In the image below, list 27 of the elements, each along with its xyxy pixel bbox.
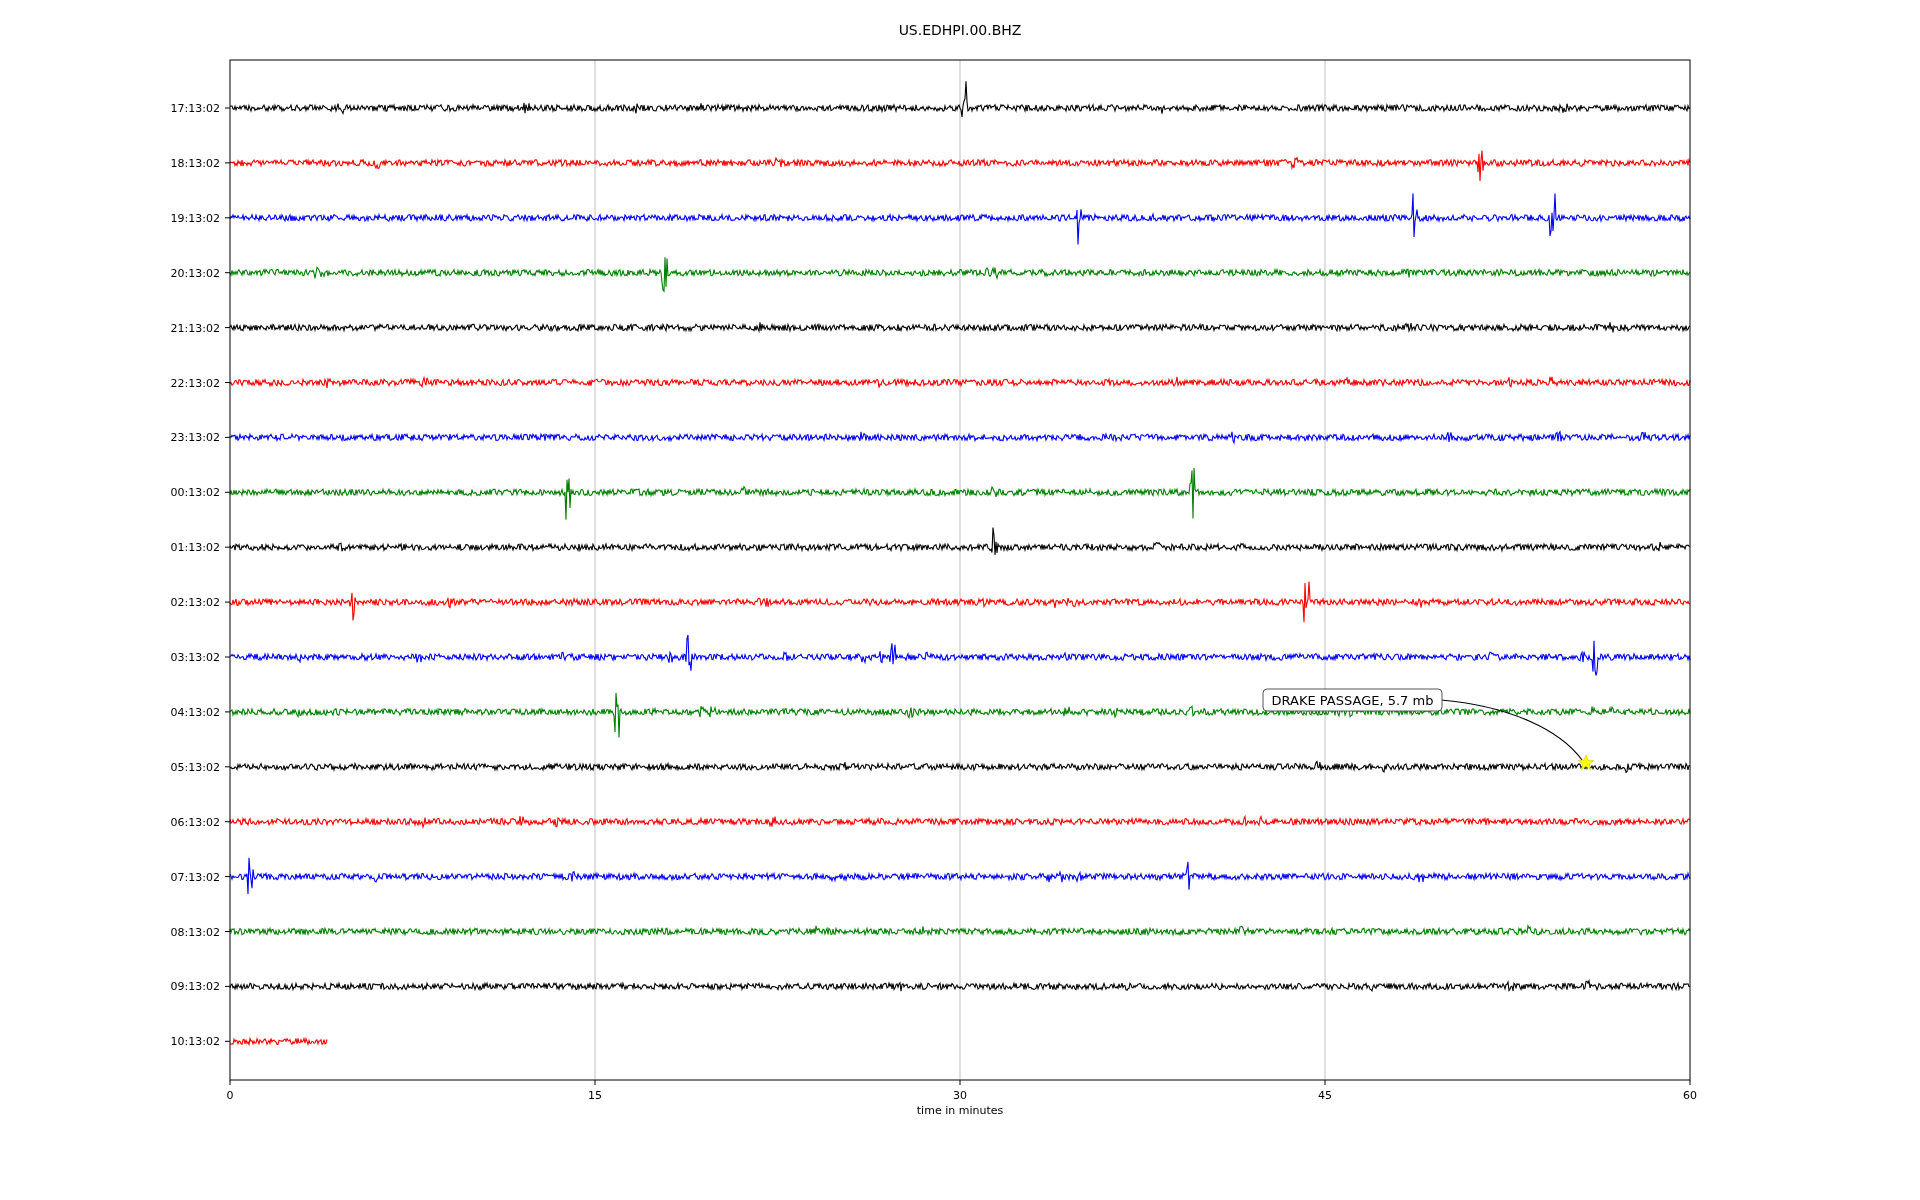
- tick-label: 09:13:02: [170, 980, 220, 994]
- tick-label: 06:13:02: [170, 815, 220, 829]
- axis-label: time in minutes: [916, 1104, 1004, 1117]
- tick-label: 21:13:02: [170, 321, 220, 335]
- tick-label: 10:13:02: [170, 1035, 220, 1049]
- tick-label: 15: [588, 1089, 602, 1102]
- tick-label: 45: [1318, 1089, 1332, 1102]
- tick-label: 30: [953, 1089, 967, 1102]
- tick-label: 00:13:02: [170, 486, 220, 500]
- tick-label: 07:13:02: [170, 870, 220, 884]
- tick-label: 0: [226, 1089, 234, 1102]
- tick-label: 23:13:02: [170, 431, 220, 445]
- tick-label: 19:13:02: [170, 211, 220, 225]
- tick-label: 04:13:02: [170, 705, 220, 719]
- plot-title: US.EDHPI.00.BHZ: [898, 22, 1022, 38]
- tick-label: 18:13:02: [170, 156, 220, 170]
- tick-label: 20:13:02: [170, 266, 220, 280]
- tick-label: 08:13:02: [170, 925, 220, 939]
- tick-label: 03:13:02: [170, 651, 220, 664]
- tick-label: 17:13:02: [170, 102, 220, 115]
- tick-label: 02:13:02: [170, 596, 220, 610]
- annotation-label: DRAKE PASSAGE, 5.7 mb: [1262, 688, 1443, 712]
- tick-label: 60: [1683, 1089, 1697, 1102]
- tick-label: 22:13:02: [170, 376, 220, 390]
- tick-label: 01:13:02: [170, 541, 220, 555]
- tick-label: 05:13:02: [170, 760, 220, 774]
- star-icon: [1578, 754, 1594, 770]
